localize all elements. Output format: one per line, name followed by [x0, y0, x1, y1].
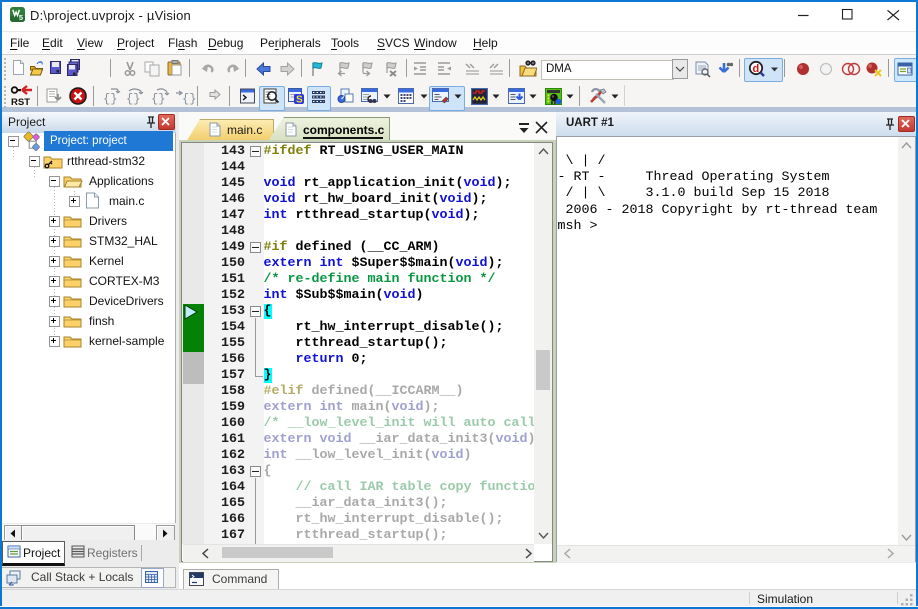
svg-text:5: 5: [19, 13, 23, 22]
svg-text:{}: {}: [151, 92, 165, 105]
svg-text:RST: RST: [11, 97, 30, 108]
svg-text:{}: {}: [126, 92, 140, 105]
svg-text:{}: {}: [182, 92, 196, 105]
svg-text:S: S: [296, 95, 303, 105]
svg-text:d: d: [753, 63, 760, 75]
svg-text:{}: {}: [103, 92, 117, 105]
